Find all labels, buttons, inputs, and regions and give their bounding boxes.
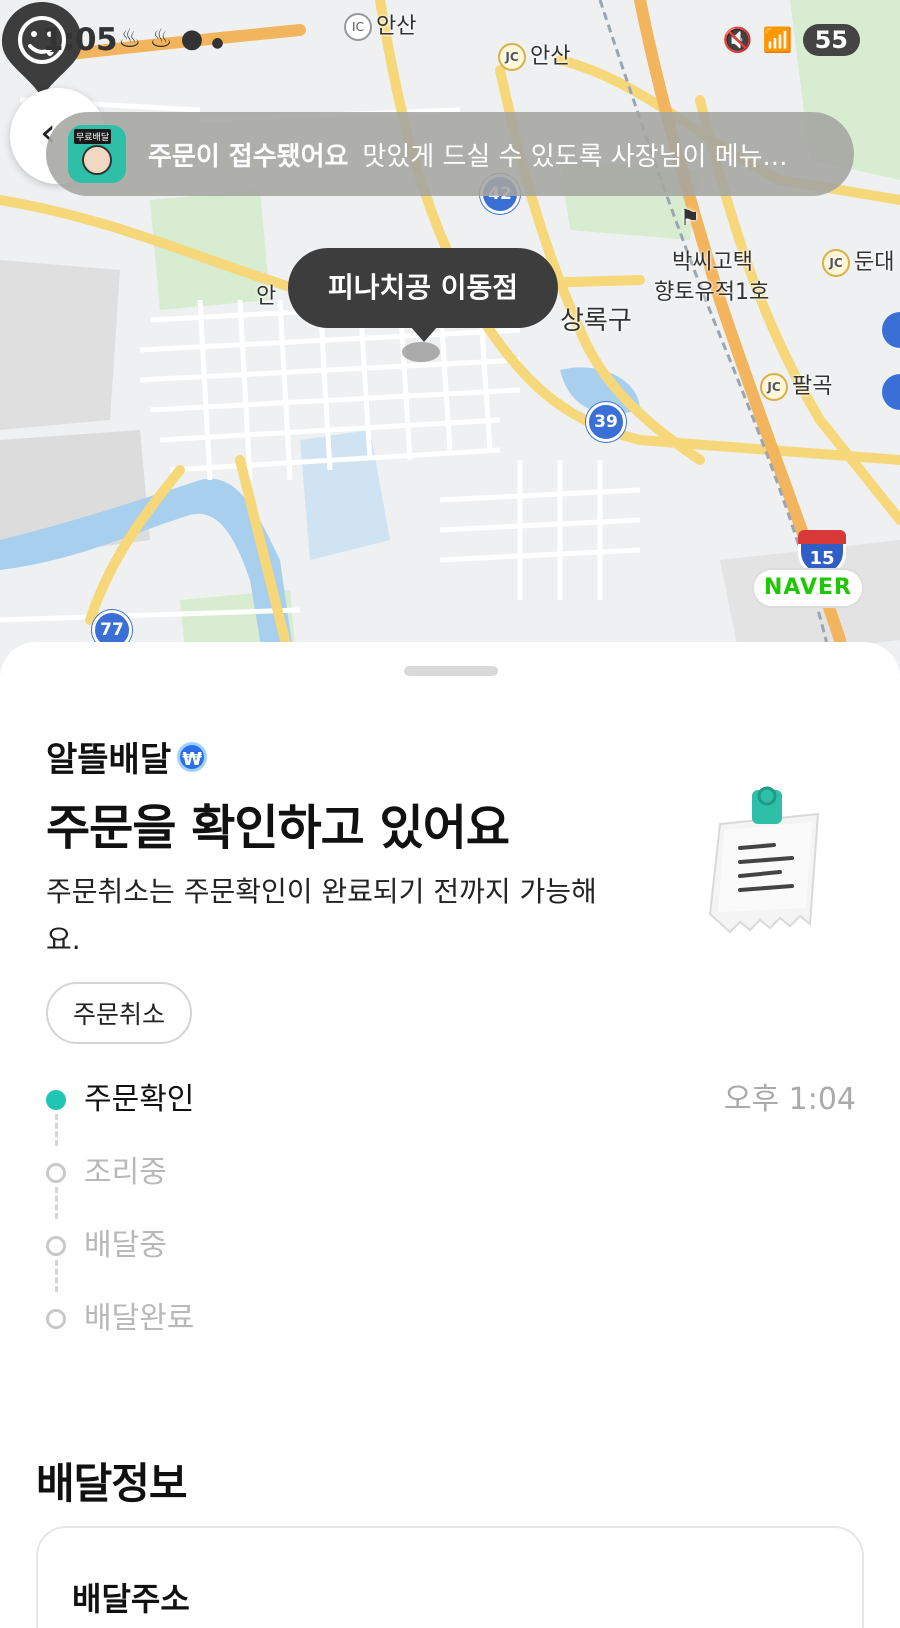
app-icon: 무료배달 [68,125,126,183]
step-dot [46,1236,66,1256]
step-label: 조리중 [84,1155,167,1190]
step-label: 주문확인 [84,1082,195,1117]
map-label-palgok: JC 팔곡 [760,368,832,401]
delivery-type: 알뜰배달 ₩ [46,732,208,781]
map-view[interactable]: IC 안산 JC 안산 JC 둔대 JC 팔곡 ⚑ 박씨고택 향토유적1호 상록구 안 … [0,0,900,700]
naver-logo: NAVER [752,568,864,608]
dot-icon: ● [211,35,224,51]
order-status-sheet: 알뜰배달 ₩ 주문을 확인하고 있어요 주문취소는 주문확인이 완료되기 전까지… [0,642,900,1628]
delivery-type-label: 알뜰배달 [46,740,172,780]
order-status-headline: 주문을 확인하고 있어요 [46,800,510,856]
step-label: 배달완료 [84,1301,195,1336]
timeline-step-delivering: 배달중 [46,1220,856,1293]
delivery-info-title: 배달정보 [36,1459,188,1508]
chat-icon: ● [180,24,204,54]
step-connector [55,1260,58,1292]
map-label-an: 안 [256,284,277,309]
step-label: 배달중 [84,1228,167,1263]
status-time: 1:05 [42,22,118,58]
route-shield-39: 39 [586,402,626,442]
wifi-icon: 📶 [762,26,793,54]
step-dot-active [46,1090,66,1110]
map-label-museum: 박씨고택 [672,250,753,275]
step-connector [55,1187,58,1219]
battery-indicator: 55 [802,24,860,56]
map-label-dundae: JC 둔대 [822,244,894,277]
notification-body: 맛있게 드실 수 있도록 사장님이 메뉴... [362,141,788,172]
step-time: 오후 1:04 [723,1082,856,1117]
store-name-bubble[interactable]: 피나치공 이동점 [288,248,558,342]
timeline-step-confirmed: 주문확인 오후 1:04 [46,1074,856,1147]
bowl-icon: ♨ [149,24,173,54]
map-flag-icon: ⚑ [680,206,700,231]
timeline-step-cooking: 조리중 [46,1147,856,1220]
step-dot [46,1163,66,1183]
status-system-icons: 🔇 📶 55 [723,24,860,56]
sheet-grabber[interactable] [404,666,498,676]
status-bar: 1:05 ♨ ♨ ● ● 🔇 📶 55 [0,0,900,80]
delivery-address-card: 배달주소 [36,1526,864,1628]
app-icon-tag: 무료배달 [74,129,112,144]
status-notification-icons: ♨ ♨ ● ● [118,24,232,54]
bowl-icon: ♨ [118,24,142,54]
step-connector [55,1114,58,1146]
cancel-order-button[interactable]: 주문취소 [46,982,192,1044]
map-label-district: 상록구 [560,306,632,336]
order-progress-timeline: 주문확인 오후 1:04 조리중 배달중 배달완료 [46,1074,856,1366]
store-location-dot [402,342,440,362]
timeline-step-delivered: 배달완료 [46,1293,856,1366]
receipt-clip-icon [708,786,820,934]
notification-title: 주문이 접수됐어요 [148,141,349,172]
order-notification-banner[interactable]: 무료배달 주문이 접수됐어요 맛있게 드실 수 있도록 사장님이 메뉴... [46,112,854,196]
character-icon [82,145,112,175]
map-label-museum-sub: 향토유적1호 [654,280,770,305]
step-dot [46,1309,66,1329]
cancel-policy-text: 주문취소는 주문확인이 완료되기 전까지 가능해요. [46,875,597,956]
won-badge-icon: ₩ [177,741,208,772]
delivery-address-title: 배달주소 [72,1580,190,1618]
mute-icon: 🔇 [722,26,753,54]
